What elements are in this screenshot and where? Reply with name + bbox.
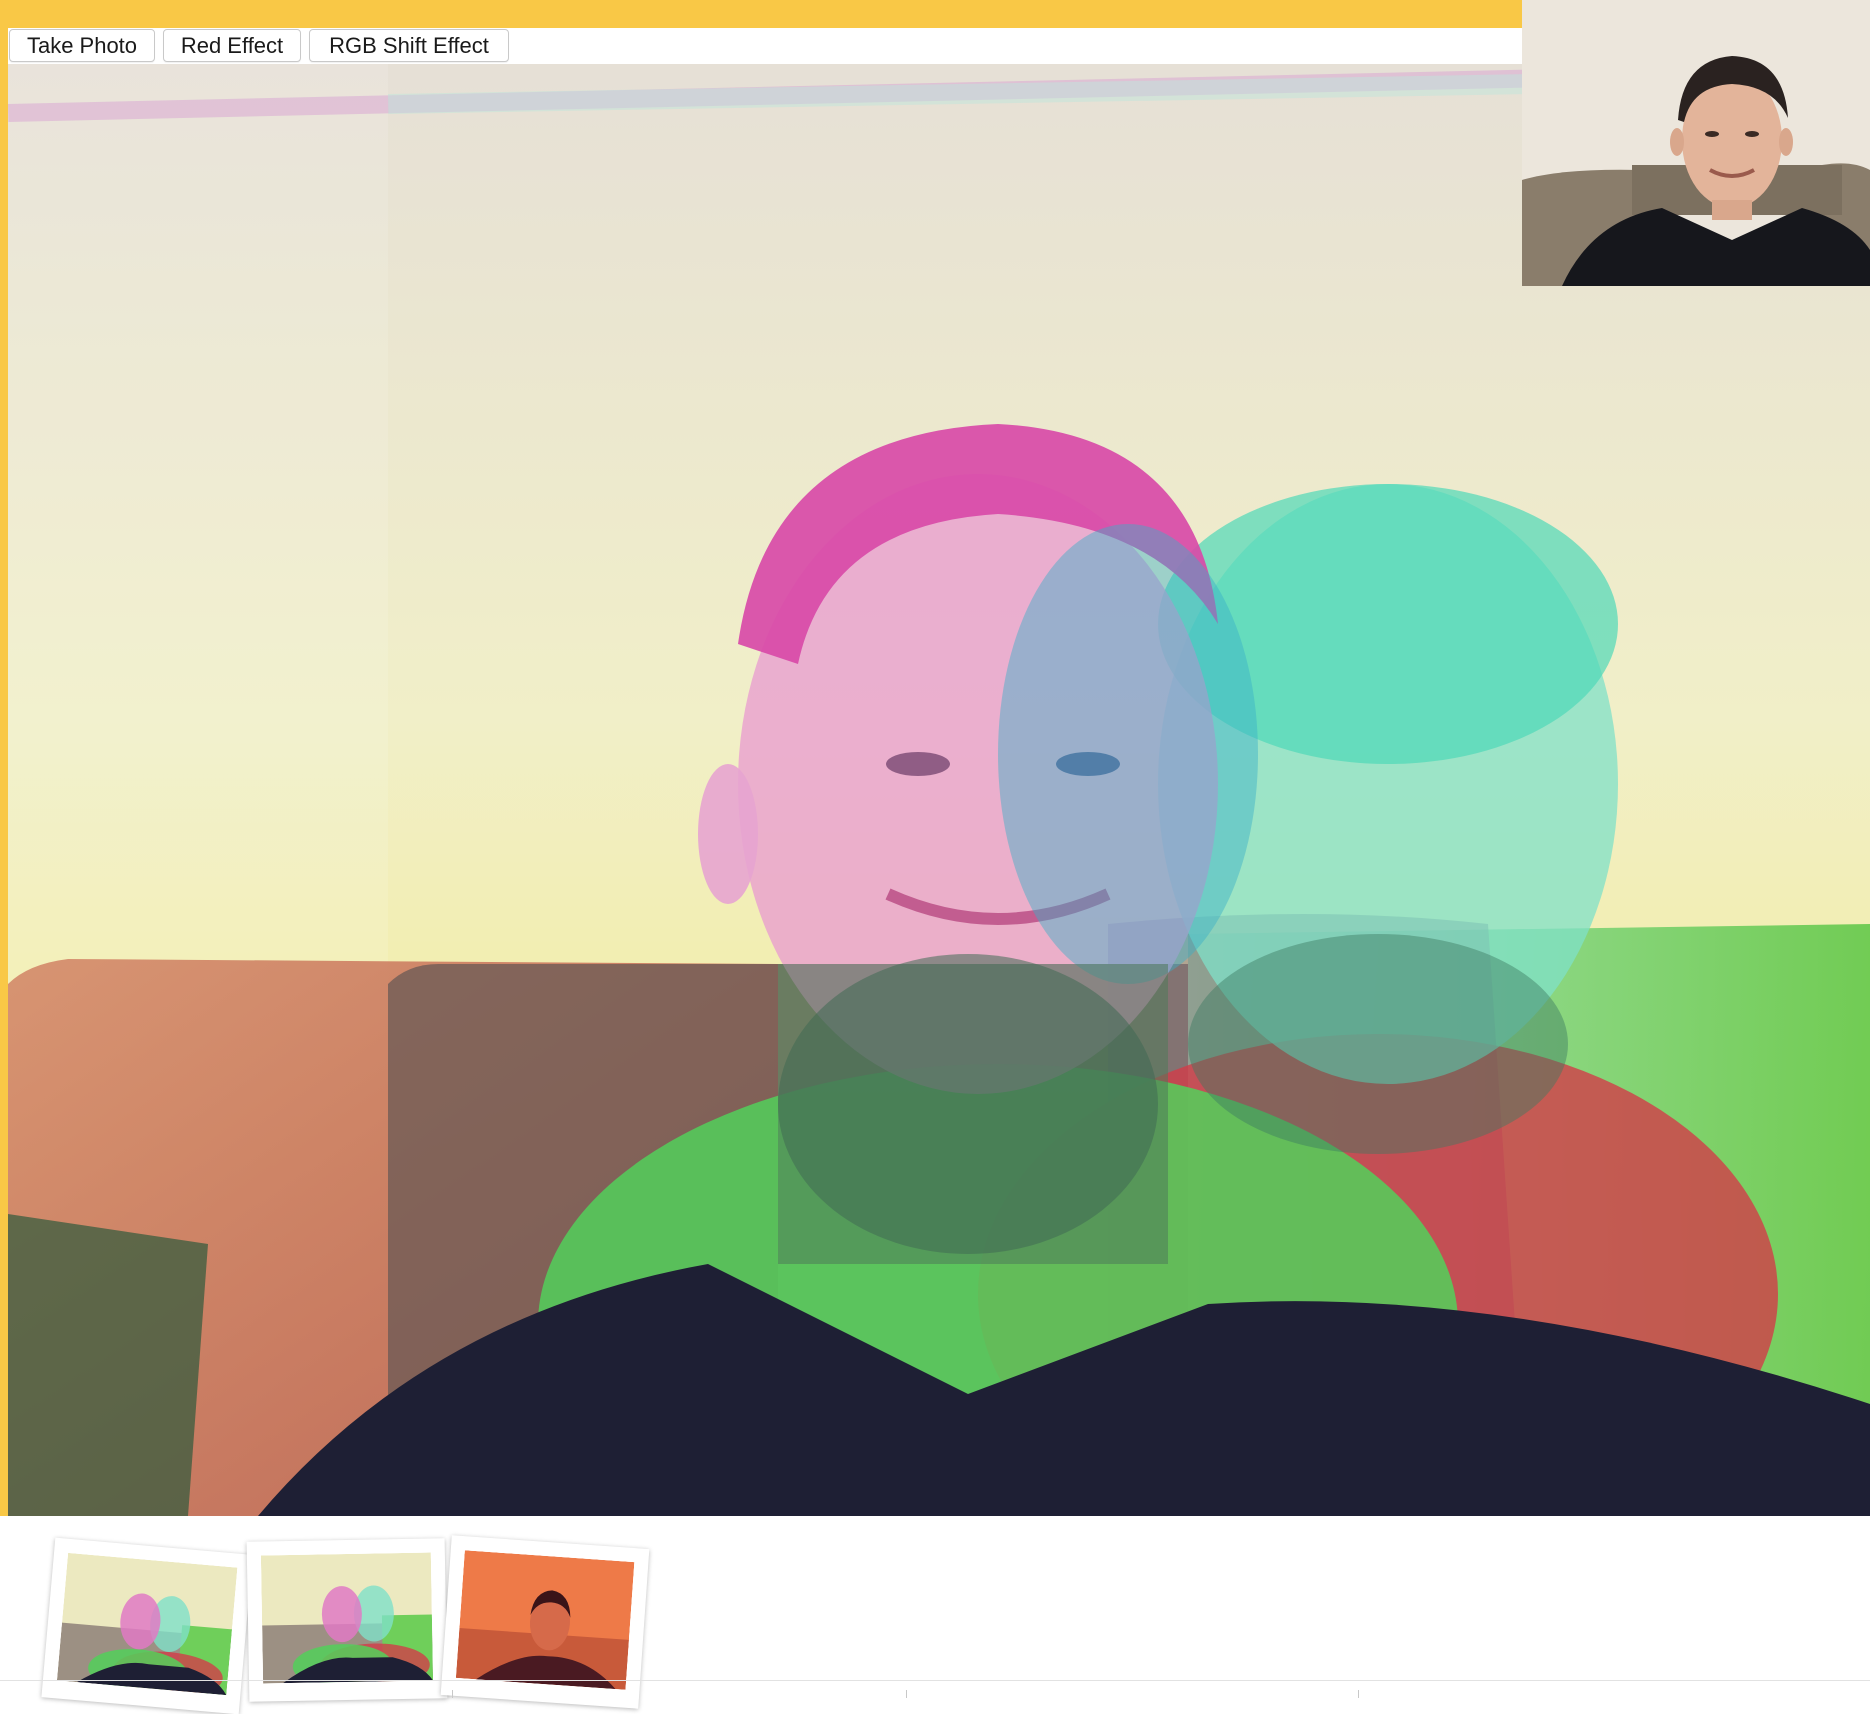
live-video-preview [1522, 0, 1870, 286]
photo-strip [0, 1516, 1870, 1714]
rgb-shift-effect-button[interactable]: RGB Shift Effect [309, 29, 509, 62]
accent-left-strip [0, 0, 8, 1520]
divider-tick [452, 1690, 453, 1698]
captured-photo-2[interactable] [246, 1538, 448, 1702]
take-photo-button[interactable]: Take Photo [9, 29, 155, 62]
divider-tick [1358, 1690, 1359, 1698]
rgb-shift-thumbnail [56, 1552, 238, 1696]
red-effect-thumbnail [455, 1550, 635, 1690]
captured-photo-1[interactable] [41, 1537, 253, 1714]
controls: Take Photo Red Effect RGB Shift Effect [9, 29, 509, 62]
accent-top-strip [0, 0, 1522, 28]
rgb-shift-thumbnail [260, 1552, 434, 1684]
divider-tick [906, 1690, 907, 1698]
red-effect-button[interactable]: Red Effect [163, 29, 301, 62]
divider [0, 1680, 1870, 1681]
captured-photo-3[interactable] [440, 1535, 650, 1709]
webcam-feed [1522, 0, 1870, 286]
